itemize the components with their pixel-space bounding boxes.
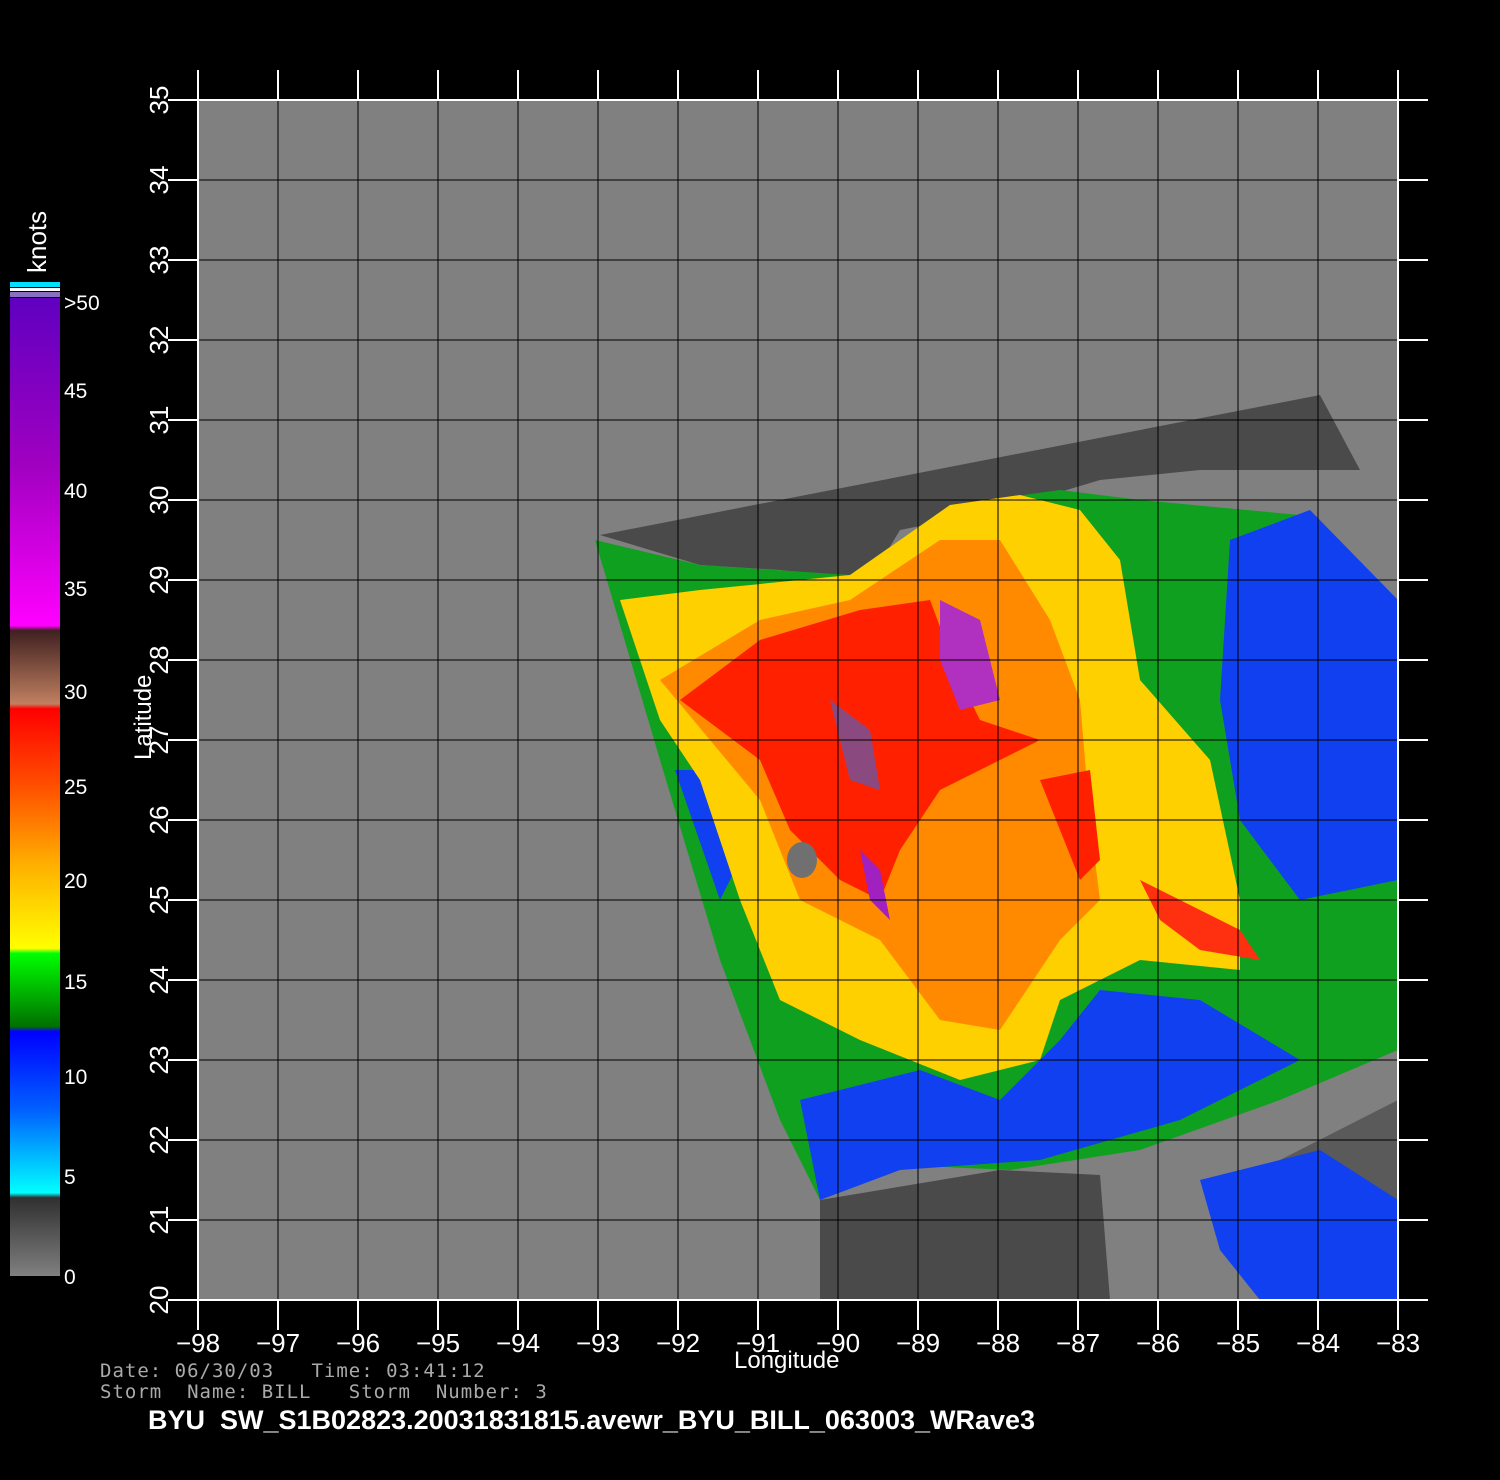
colorbar-top-stripe-cyan bbox=[10, 282, 60, 287]
colorbar-tick-label: 25 bbox=[64, 776, 88, 799]
colorbar-tick-label: 5 bbox=[64, 1166, 76, 1189]
lon-tick-label: −92 bbox=[656, 1328, 700, 1358]
lat-tick-label: 24 bbox=[144, 966, 174, 995]
lon-tick-label: −93 bbox=[576, 1328, 620, 1358]
colorbar-tick-label: 0 bbox=[64, 1266, 76, 1289]
storm-info-line: Storm Name: BILL Storm Number: 3 bbox=[100, 1381, 548, 1403]
lat-tick-label: 26 bbox=[144, 806, 174, 835]
lat-tick-label: 32 bbox=[144, 326, 174, 355]
y-axis-title: Latitude bbox=[130, 674, 157, 760]
colorbar-tick-label: 20 bbox=[64, 870, 88, 893]
swath-gray-eye bbox=[787, 842, 817, 878]
colorbar-tick-label: 35 bbox=[64, 578, 88, 601]
lon-tick-label: −83 bbox=[1376, 1328, 1420, 1358]
lat-tick-label: 31 bbox=[144, 406, 174, 435]
lon-tick-label: −98 bbox=[176, 1328, 220, 1358]
lon-tick-label: −97 bbox=[256, 1328, 300, 1358]
lat-tick-label: 25 bbox=[144, 886, 174, 915]
lat-tick-label: 22 bbox=[144, 1126, 174, 1155]
lon-tick-label: −85 bbox=[1216, 1328, 1260, 1358]
colorbar-tick-label: 30 bbox=[64, 681, 88, 704]
lat-tick-label: 28 bbox=[144, 646, 174, 675]
lat-tick-label: 20 bbox=[144, 1286, 174, 1315]
x-axis-title: Longitude bbox=[734, 1347, 840, 1374]
lat-tick-label: 35 bbox=[144, 86, 174, 115]
lat-tick-label: 34 bbox=[144, 166, 174, 195]
lon-tick-label: −84 bbox=[1296, 1328, 1340, 1358]
lon-tick-label: −89 bbox=[896, 1328, 940, 1358]
lon-tick-label: −87 bbox=[1056, 1328, 1100, 1358]
wind-map: −98 −97 −96 −95 −94 −93 −92 −91 −90 −89 −88 −87 −86−… bbox=[10, 70, 1428, 1358]
lat-tick-label: 21 bbox=[144, 1206, 174, 1235]
colorbar-tick-label: >50 bbox=[64, 292, 100, 315]
lon-tick-label: −88 bbox=[976, 1328, 1020, 1358]
colorbar-tick-label: 40 bbox=[64, 480, 88, 503]
colorbar bbox=[10, 298, 60, 1276]
colorbar-tick-label: 45 bbox=[64, 380, 88, 403]
lat-tick-label: 30 bbox=[144, 486, 174, 515]
lat-tick-label: 29 bbox=[144, 566, 174, 595]
lat-tick-label: 23 bbox=[144, 1046, 174, 1075]
lon-tick-label: −86 bbox=[1136, 1328, 1180, 1358]
colorbar-tick-label: 10 bbox=[64, 1066, 88, 1089]
lon-tick-label: −96 bbox=[336, 1328, 380, 1358]
product-title: BYU SW_S1B02823.20031831815.avewr_BYU_BI… bbox=[148, 1405, 1036, 1435]
lat-tick-label: 33 bbox=[144, 246, 174, 275]
lon-tick-label: −95 bbox=[416, 1328, 460, 1358]
colorbar-tick-label: 15 bbox=[64, 971, 88, 994]
colorbar-units: knots bbox=[22, 210, 52, 273]
date-time-line: Date: 06/30/03 Time: 03:41:12 bbox=[100, 1360, 486, 1382]
colorbar-top-stripe-white bbox=[10, 288, 60, 291]
lon-tick-label: −94 bbox=[496, 1328, 540, 1358]
colorbar-top-stripe-purple bbox=[10, 292, 60, 297]
